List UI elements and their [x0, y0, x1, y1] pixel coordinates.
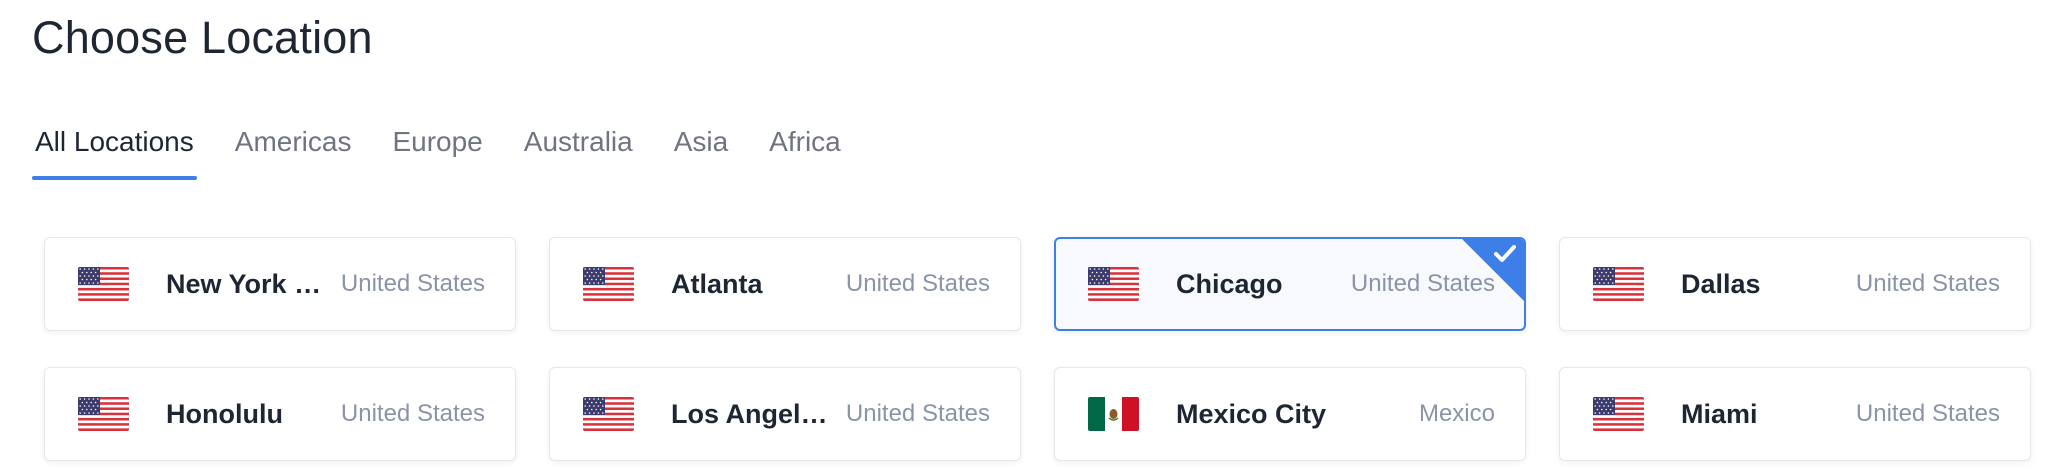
- page-title: Choose Location: [32, 12, 373, 63]
- us-flag-icon: [78, 267, 129, 301]
- city-name: Los Angeles: [671, 398, 830, 429]
- city-name: Atlanta: [671, 268, 763, 299]
- mexico-flag-icon: [1088, 397, 1139, 431]
- country-name: United States: [845, 400, 990, 427]
- us-flag-icon: [1593, 267, 1644, 301]
- tab-australia[interactable]: Australia: [524, 118, 633, 180]
- location-grid: New York (... United States Atlanta Unit…: [44, 237, 2031, 461]
- tab-europe[interactable]: Europe: [392, 118, 482, 180]
- city-name: New York (...: [166, 268, 325, 299]
- city-name: Chicago: [1176, 268, 1283, 299]
- region-tabs: All Locations Americas Europe Australia …: [32, 118, 882, 180]
- country-name: United States: [340, 270, 485, 297]
- us-flag-icon: [1088, 267, 1139, 301]
- city-name: Mexico City: [1176, 398, 1327, 429]
- tab-americas[interactable]: Americas: [235, 118, 352, 180]
- city-name: Honolulu: [166, 398, 283, 429]
- us-flag-icon: [583, 397, 634, 431]
- country-name: United States: [845, 270, 990, 297]
- tab-asia[interactable]: Asia: [674, 118, 728, 180]
- city-name: Dallas: [1681, 268, 1761, 299]
- location-card-dallas[interactable]: Dallas United States: [1559, 237, 2031, 331]
- location-card-atlanta[interactable]: Atlanta United States: [549, 237, 1021, 331]
- location-card-miami[interactable]: Miami United States: [1559, 367, 2031, 461]
- us-flag-icon: [1593, 397, 1644, 431]
- city-name: Miami: [1681, 398, 1758, 429]
- country-name: United States: [1855, 270, 2000, 297]
- location-card-honolulu[interactable]: Honolulu United States: [44, 367, 516, 461]
- country-name: United States: [1855, 400, 2000, 427]
- tab-all-locations[interactable]: All Locations: [32, 118, 197, 180]
- selected-check-icon: [1462, 239, 1524, 301]
- country-name: Mexico: [1418, 400, 1495, 427]
- location-card-los-angeles[interactable]: Los Angeles United States: [549, 367, 1021, 461]
- tab-africa[interactable]: Africa: [769, 118, 841, 180]
- us-flag-icon: [583, 267, 634, 301]
- us-flag-icon: [78, 397, 129, 431]
- location-card-new-york[interactable]: New York (... United States: [44, 237, 516, 331]
- location-card-chicago[interactable]: Chicago United States: [1054, 237, 1526, 331]
- country-name: United States: [340, 400, 485, 427]
- location-card-mexico-city[interactable]: Mexico City Mexico: [1054, 367, 1526, 461]
